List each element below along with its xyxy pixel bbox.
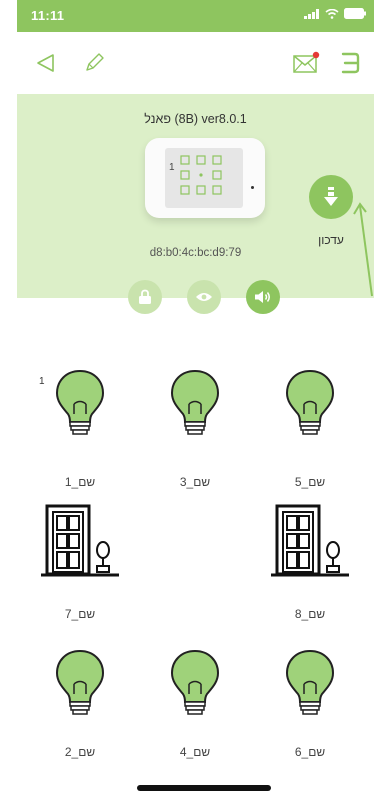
bulb-icon xyxy=(285,369,335,435)
door-icon xyxy=(271,504,349,577)
device-label: שם_3 xyxy=(179,475,211,489)
device-label: שם_8 xyxy=(294,607,326,621)
device-icon-wrap xyxy=(54,648,106,721)
device-number: 1 xyxy=(169,162,175,173)
bulb-icon xyxy=(170,369,220,435)
device-icon-wrap xyxy=(284,368,336,441)
bulb-icon xyxy=(55,649,105,715)
mac-address: d8:b0:4c:bc:d9:79 xyxy=(149,247,242,259)
device-tile[interactable]: שם_3 xyxy=(140,368,250,495)
device-label: שם_5 xyxy=(294,475,326,489)
nav-bar xyxy=(17,32,374,94)
device-tile[interactable]: 1 שם_1 xyxy=(25,368,135,495)
status-time: 11:11 xyxy=(31,8,65,23)
device-image: 1 xyxy=(145,138,265,218)
keypad-icon xyxy=(180,155,222,195)
device-tile[interactable]: שם_7 xyxy=(25,504,135,627)
wifi-icon xyxy=(325,8,339,19)
device-icon-wrap xyxy=(271,504,349,583)
speaker-icon xyxy=(255,291,270,303)
bulb-icon xyxy=(170,649,220,715)
device-icon-wrap xyxy=(169,368,221,441)
app-frame: 11:11 פאנל (8B) ver8.0.1 1 d8:b0:4c:bc:d… xyxy=(17,0,374,791)
signal-icon xyxy=(304,8,319,19)
device-tile[interactable]: שם_6 xyxy=(255,648,365,765)
device-tile[interactable]: שם_2 xyxy=(25,648,135,765)
device-icon-wrap xyxy=(284,648,336,721)
door-icon xyxy=(41,504,119,577)
update-button[interactable] xyxy=(309,175,353,219)
device-label: שם_7 xyxy=(64,607,96,621)
device-label: שם_2 xyxy=(64,745,96,759)
device-icon-wrap xyxy=(169,648,221,721)
home-indicator xyxy=(137,785,271,791)
bulb-icon xyxy=(285,649,335,715)
bulb-icon xyxy=(55,369,105,435)
eye-button[interactable] xyxy=(187,280,221,314)
device-tile[interactable]: שם_5 xyxy=(255,368,365,495)
device-tile[interactable]: שם_8 xyxy=(255,504,365,627)
device-label: שם_1 xyxy=(64,475,96,489)
device-label: שם_4 xyxy=(179,745,211,759)
device-tile[interactable]: שם_4 xyxy=(140,648,250,765)
empty-slot xyxy=(140,504,250,627)
speaker-button[interactable] xyxy=(246,280,280,314)
download-icon xyxy=(324,187,338,206)
device-icon-wrap xyxy=(54,368,106,441)
battery-icon xyxy=(344,8,366,19)
mail-icon[interactable] xyxy=(292,50,320,74)
eye-icon xyxy=(196,293,212,301)
device-badge: 1 xyxy=(39,376,45,387)
pointer-arrow-icon xyxy=(353,202,373,297)
back-triangle-icon[interactable] xyxy=(35,52,57,74)
device-led xyxy=(251,186,254,189)
panel-title: פאנל (8B) ver8.0.1 xyxy=(144,112,247,126)
device-label: שם_6 xyxy=(294,745,326,759)
lock-icon xyxy=(139,289,151,304)
status-bar: 11:11 xyxy=(17,0,374,32)
pencil-icon[interactable] xyxy=(83,52,105,74)
menu-icon[interactable] xyxy=(339,50,361,76)
device-icon-wrap xyxy=(41,504,119,583)
lock-button[interactable] xyxy=(128,280,162,314)
status-icons xyxy=(304,8,366,19)
